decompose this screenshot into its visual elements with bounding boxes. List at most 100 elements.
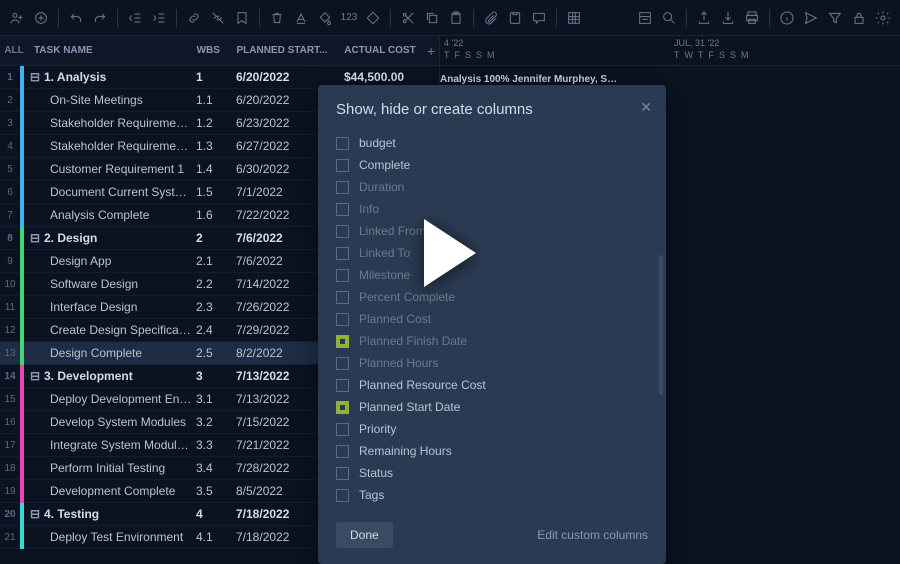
task-name-cell[interactable]: ⊟1. Analysis <box>24 70 192 84</box>
column-option[interactable]: budget <box>336 132 648 154</box>
col-planned-start[interactable]: PLANNED START... <box>230 36 338 65</box>
task-name-cell[interactable]: Perform Initial Testing <box>24 461 192 475</box>
checkbox-icon[interactable] <box>336 401 349 414</box>
wbs-cell: 3.1 <box>192 392 230 406</box>
add-column-button[interactable]: + <box>423 36 439 65</box>
fill-icon[interactable] <box>314 7 336 29</box>
column-option[interactable]: Complete <box>336 154 648 176</box>
col-all[interactable]: ALL <box>0 36 28 65</box>
task-name-cell[interactable]: Deploy Test Environment <box>24 530 192 544</box>
task-name-cell[interactable]: Development Complete <box>24 484 192 498</box>
row-number: 1 <box>0 72 20 83</box>
column-option[interactable]: Planned Cost <box>336 308 648 330</box>
task-name-cell[interactable]: ⊟4. Testing <box>24 507 192 521</box>
checkbox-icon[interactable] <box>336 445 349 458</box>
font-icon[interactable] <box>290 7 312 29</box>
task-name-cell[interactable]: Develop System Modules <box>24 415 192 429</box>
task-name-cell[interactable]: Interface Design <box>24 300 192 314</box>
checkbox-icon[interactable] <box>336 335 349 348</box>
checkbox-icon[interactable] <box>336 423 349 436</box>
clip-icon[interactable] <box>504 7 526 29</box>
attach-icon[interactable] <box>480 7 502 29</box>
task-name-cell[interactable]: Stakeholder Requireme… <box>24 139 192 153</box>
col-wbs[interactable]: WBS <box>193 36 231 65</box>
export-icon[interactable] <box>693 7 715 29</box>
send-icon[interactable] <box>800 7 822 29</box>
copy-icon[interactable] <box>421 7 443 29</box>
checkbox-icon[interactable] <box>336 159 349 172</box>
grid-view-icon[interactable] <box>563 7 585 29</box>
checkbox-icon[interactable] <box>336 269 349 282</box>
filter-icon[interactable] <box>824 7 846 29</box>
column-option[interactable]: Info <box>336 198 648 220</box>
cut-icon[interactable] <box>397 7 419 29</box>
bookmark-icon[interactable] <box>231 7 253 29</box>
column-option[interactable]: Planned Hours <box>336 352 648 374</box>
task-name-cell[interactable]: Design Complete <box>24 346 192 360</box>
task-name-cell[interactable]: On-Site Meetings <box>24 93 192 107</box>
column-option[interactable]: Planned Start Date <box>336 396 648 418</box>
task-name-cell[interactable]: Software Design <box>24 277 192 291</box>
column-option[interactable]: Duration <box>336 176 648 198</box>
column-option[interactable]: Percent Complete <box>336 286 648 308</box>
play-icon[interactable] <box>424 219 476 287</box>
print-icon[interactable] <box>741 7 763 29</box>
import-icon[interactable] <box>717 7 739 29</box>
checkbox-icon[interactable] <box>336 467 349 480</box>
checkbox-icon[interactable] <box>336 225 349 238</box>
done-button[interactable]: Done <box>336 522 393 548</box>
outdent-icon[interactable] <box>124 7 146 29</box>
numbers-icon[interactable]: 123 <box>338 7 360 29</box>
col-actual-cost[interactable]: ACTUAL COST <box>338 36 423 65</box>
checkbox-icon[interactable] <box>336 313 349 326</box>
column-option[interactable]: Priority <box>336 418 648 440</box>
column-option[interactable]: Remaining Hours <box>336 440 648 462</box>
task-name-cell[interactable]: Document Current Syst… <box>24 185 192 199</box>
column-option[interactable]: Planned Finish Date <box>336 330 648 352</box>
column-option[interactable]: Tags <box>336 484 648 506</box>
checkbox-icon[interactable] <box>336 291 349 304</box>
task-name-cell[interactable]: Create Design Specifica… <box>24 323 192 337</box>
info-icon[interactable] <box>776 7 798 29</box>
column-option[interactable]: Linked From <box>336 220 648 242</box>
undo-icon[interactable] <box>65 7 87 29</box>
unlink-icon[interactable] <box>207 7 229 29</box>
task-name-cell[interactable]: Stakeholder Requireme… <box>24 116 192 130</box>
comment-icon[interactable] <box>528 7 550 29</box>
checkbox-icon[interactable] <box>336 357 349 370</box>
paste-icon[interactable] <box>445 7 467 29</box>
delete-icon[interactable] <box>266 7 288 29</box>
column-option[interactable]: Linked To <box>336 242 648 264</box>
checkbox-icon[interactable] <box>336 203 349 216</box>
checkbox-icon[interactable] <box>336 181 349 194</box>
settings-icon[interactable] <box>872 7 894 29</box>
link-icon[interactable] <box>183 7 205 29</box>
col-task-name[interactable]: TASK NAME <box>28 36 193 65</box>
indent-icon[interactable] <box>148 7 170 29</box>
search-icon[interactable] <box>658 7 680 29</box>
column-option[interactable]: Status <box>336 462 648 484</box>
add-icon[interactable] <box>30 7 52 29</box>
checkbox-icon[interactable] <box>336 489 349 502</box>
column-option[interactable]: Planned Resource Cost <box>336 374 648 396</box>
checkbox-icon[interactable] <box>336 379 349 392</box>
task-name-cell[interactable]: Design App <box>24 254 192 268</box>
lock-icon[interactable] <box>848 7 870 29</box>
shape-icon[interactable] <box>362 7 384 29</box>
task-name-cell[interactable]: ⊟3. Development <box>24 369 192 383</box>
task-name-cell[interactable]: Analysis Complete <box>24 208 192 222</box>
timeline-view-icon[interactable] <box>634 7 656 29</box>
task-name-cell[interactable]: Deploy Development En… <box>24 392 192 406</box>
checkbox-icon[interactable] <box>336 247 349 260</box>
task-name-cell[interactable]: Customer Requirement 1 <box>24 162 192 176</box>
redo-icon[interactable] <box>89 7 111 29</box>
add-person-icon[interactable] <box>6 7 28 29</box>
task-name-cell[interactable]: ⊟2. Design <box>24 231 192 245</box>
wbs-cell: 2.5 <box>192 346 230 360</box>
column-option[interactable]: Milestone <box>336 264 648 286</box>
checkbox-icon[interactable] <box>336 137 349 150</box>
task-name-cell[interactable]: Integrate System Modul… <box>24 438 192 452</box>
scrollbar[interactable] <box>659 255 663 395</box>
close-icon[interactable]: ✕ <box>640 99 652 116</box>
edit-custom-columns-link[interactable]: Edit custom columns <box>537 528 648 542</box>
